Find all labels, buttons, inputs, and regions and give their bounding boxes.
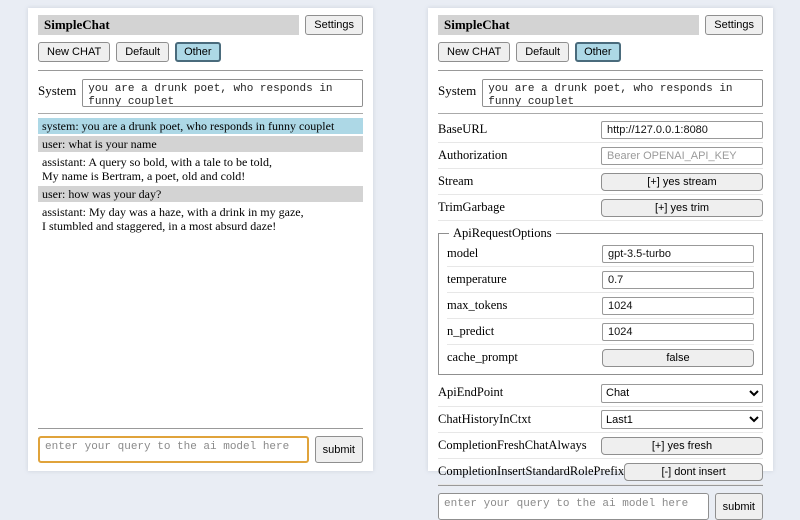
- chat-panel: SimpleChat Settings New CHAT Default Oth…: [28, 8, 373, 471]
- settings-list: BaseURL Authorization Stream [+] yes str…: [438, 117, 763, 485]
- chat-message-user: user: how was your day?: [38, 186, 363, 202]
- divider: [38, 113, 363, 114]
- session-tab-default[interactable]: Default: [516, 42, 569, 62]
- completioninsertstandardroleprefix-toggle-button[interactable]: [-] dont insert: [624, 463, 763, 481]
- cache-prompt-toggle-button[interactable]: false: [602, 349, 754, 367]
- app-title: SimpleChat: [438, 15, 699, 35]
- setting-row-stream: Stream [+] yes stream: [438, 169, 763, 195]
- authorization-input[interactable]: [601, 147, 763, 165]
- titlebar-row: SimpleChat Settings: [438, 15, 763, 35]
- submit-button[interactable]: submit: [715, 493, 763, 520]
- query-area: submit: [38, 428, 363, 463]
- divider: [38, 428, 363, 429]
- setting-row-cache-prompt: cache_prompt false: [447, 345, 754, 370]
- apiendpoint-select[interactable]: Chat: [601, 384, 763, 403]
- divider: [38, 70, 363, 71]
- setting-row-n-predict: n_predict: [447, 319, 754, 345]
- chat-message-list: system: you are a drunk poet, who respon…: [38, 118, 363, 428]
- query-input[interactable]: [438, 493, 709, 520]
- api-request-options-fieldset: ApiRequestOptions model temperature max_…: [438, 226, 763, 375]
- setting-row-baseurl: BaseURL: [438, 117, 763, 143]
- query-row: submit: [438, 493, 763, 520]
- chathistoryinctxt-label: ChatHistoryInCtxt: [438, 412, 531, 427]
- chat-message-system: system: you are a drunk poet, who respon…: [38, 118, 363, 134]
- settings-panel: SimpleChat Settings New CHAT Default Oth…: [428, 8, 773, 471]
- max-tokens-input[interactable]: [602, 297, 754, 315]
- system-prompt-input[interactable]: you are a drunk poet, who responds in fu…: [482, 79, 763, 107]
- authorization-label: Authorization: [438, 148, 507, 163]
- completionfreshchatalways-label: CompletionFreshChatAlways: [438, 438, 587, 453]
- query-area: submit: [438, 485, 763, 520]
- setting-row-completionfreshchatalways: CompletionFreshChatAlways [+] yes fresh: [438, 433, 763, 459]
- model-label: model: [447, 246, 478, 261]
- baseurl-input[interactable]: [601, 121, 763, 139]
- query-row: submit: [38, 436, 363, 463]
- cache-prompt-label: cache_prompt: [447, 350, 518, 365]
- n-predict-input[interactable]: [602, 323, 754, 341]
- setting-row-temperature: temperature: [447, 267, 754, 293]
- api-request-options-legend: ApiRequestOptions: [449, 226, 556, 241]
- new-chat-button[interactable]: New CHAT: [38, 42, 110, 62]
- setting-row-model: model: [447, 241, 754, 267]
- session-tab-other[interactable]: Other: [175, 42, 221, 62]
- system-label: System: [438, 79, 476, 107]
- completioninsertstandardroleprefix-label: CompletionInsertStandardRolePrefix: [438, 464, 624, 479]
- system-prompt-input[interactable]: you are a drunk poet, who responds in fu…: [82, 79, 363, 107]
- settings-button[interactable]: Settings: [305, 15, 363, 35]
- setting-row-trimgarbage: TrimGarbage [+] yes trim: [438, 195, 763, 221]
- stream-toggle-button[interactable]: [+] yes stream: [601, 173, 763, 191]
- system-prompt-row: System you are a drunk poet, who respond…: [38, 79, 363, 107]
- chat-message-assistant: assistant: A query so bold, with a tale …: [38, 154, 363, 184]
- model-input[interactable]: [602, 245, 754, 263]
- system-prompt-row: System you are a drunk poet, who respond…: [438, 79, 763, 107]
- divider: [438, 485, 763, 486]
- settings-button[interactable]: Settings: [705, 15, 763, 35]
- divider: [438, 70, 763, 71]
- temperature-input[interactable]: [602, 271, 754, 289]
- chat-message-user: user: what is your name: [38, 136, 363, 152]
- session-tab-default[interactable]: Default: [116, 42, 169, 62]
- new-chat-button[interactable]: New CHAT: [438, 42, 510, 62]
- titlebar-row: SimpleChat Settings: [38, 15, 363, 35]
- chat-session-toolbar: New CHAT Default Other: [38, 42, 363, 62]
- temperature-label: temperature: [447, 272, 507, 287]
- trimgarbage-label: TrimGarbage: [438, 200, 505, 215]
- divider: [438, 113, 763, 114]
- completionfreshchatalways-toggle-button[interactable]: [+] yes fresh: [601, 437, 763, 455]
- app-title: SimpleChat: [38, 15, 299, 35]
- setting-row-chathistoryinctxt: ChatHistoryInCtxt Last1: [438, 407, 763, 434]
- apiendpoint-label: ApiEndPoint: [438, 385, 503, 400]
- chat-message-assistant: assistant: My day was a haze, with a dri…: [38, 204, 363, 234]
- stream-label: Stream: [438, 174, 473, 189]
- session-tab-other[interactable]: Other: [575, 42, 621, 62]
- chathistoryinctxt-select[interactable]: Last1: [601, 410, 763, 429]
- max-tokens-label: max_tokens: [447, 298, 507, 313]
- submit-button[interactable]: submit: [315, 436, 363, 463]
- setting-row-apiendpoint: ApiEndPoint Chat: [438, 380, 763, 407]
- baseurl-label: BaseURL: [438, 122, 487, 137]
- setting-row-completioninsertstandardroleprefix: CompletionInsertStandardRolePrefix [-] d…: [438, 459, 763, 485]
- query-input[interactable]: [38, 436, 309, 463]
- system-label: System: [38, 79, 76, 107]
- n-predict-label: n_predict: [447, 324, 494, 339]
- trimgarbage-toggle-button[interactable]: [+] yes trim: [601, 199, 763, 217]
- setting-row-authorization: Authorization: [438, 143, 763, 169]
- chat-session-toolbar: New CHAT Default Other: [438, 42, 763, 62]
- setting-row-max-tokens: max_tokens: [447, 293, 754, 319]
